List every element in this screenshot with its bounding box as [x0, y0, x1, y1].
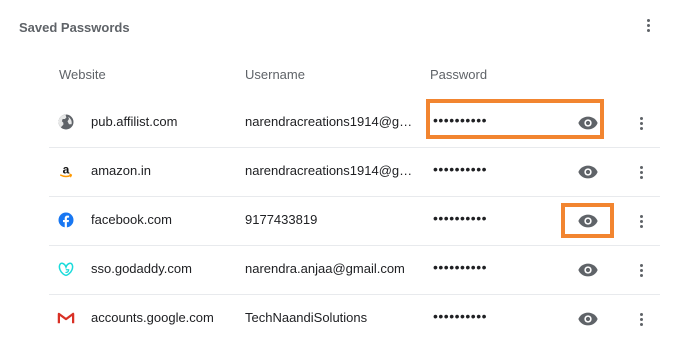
website-label[interactable]: amazon.in	[91, 163, 151, 178]
password-row: sso.godaddy.com narendra.anjaa@gmail.com…	[49, 245, 660, 295]
username-value: narendracreations1914@gmail.com	[245, 163, 421, 178]
row-more-menu-icon[interactable]	[629, 258, 653, 282]
row-more-menu-icon[interactable]	[629, 307, 653, 331]
section-more-menu-icon[interactable]	[636, 13, 660, 37]
password-row: a amazon.in narendracreations1914@gmail.…	[49, 147, 660, 197]
username-value: TechNaandiSolutions	[245, 310, 368, 325]
row-more-menu-icon[interactable]	[629, 111, 653, 135]
highlight-box-eye	[561, 203, 614, 238]
website-label[interactable]: sso.godaddy.com	[91, 261, 192, 276]
website-label[interactable]: pub.affilist.com	[91, 114, 177, 129]
section-title: Saved Passwords	[19, 20, 130, 35]
highlight-box-password	[426, 99, 604, 139]
godaddy-icon	[58, 262, 74, 277]
column-header-username: Username	[245, 67, 305, 82]
website-label[interactable]: accounts.google.com	[91, 310, 214, 325]
username-value: 9177433819	[245, 212, 318, 227]
username-value: narendra.anjaa@gmail.com	[245, 261, 405, 276]
column-header-password: Password	[430, 67, 488, 82]
password-value: ••••••••••	[433, 308, 488, 324]
svg-text:a: a	[63, 162, 70, 176]
row-more-menu-icon[interactable]	[629, 209, 653, 233]
password-value: ••••••••••	[433, 259, 488, 275]
show-password-eye-icon[interactable]	[577, 308, 599, 330]
show-password-eye-icon[interactable]	[577, 259, 599, 281]
username-value: narendracreations1914@gmail.com	[245, 114, 421, 129]
amazon-icon: a	[60, 162, 73, 178]
password-value: ••••••••••	[433, 210, 488, 226]
gmail-icon	[57, 312, 75, 324]
column-header-website: Website	[59, 67, 106, 82]
globe-icon	[58, 114, 74, 130]
website-label[interactable]: facebook.com	[91, 212, 172, 227]
facebook-icon	[58, 212, 74, 228]
row-more-menu-icon[interactable]	[629, 160, 653, 184]
password-value: ••••••••••	[433, 161, 488, 177]
show-password-eye-icon[interactable]	[577, 161, 599, 183]
